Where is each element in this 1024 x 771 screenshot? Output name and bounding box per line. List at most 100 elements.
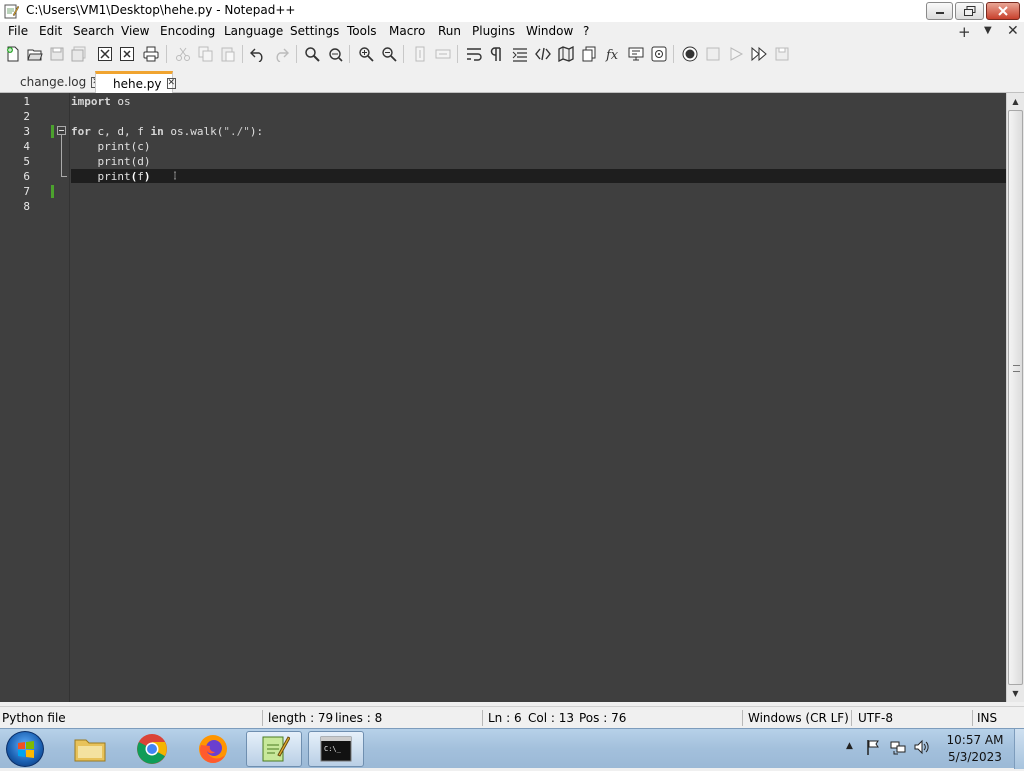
menu-encoding[interactable]: Encoding (160, 24, 215, 38)
function-list-icon[interactable]: fx (604, 45, 622, 63)
redo-icon[interactable] (272, 45, 290, 63)
show-all-chars-icon[interactable] (488, 45, 506, 63)
menu-settings[interactable]: Settings (290, 24, 339, 38)
svg-text:C:\_: C:\_ (324, 745, 342, 753)
title-bar[interactable]: C:\Users\VM1\Desktop\hehe.py - Notepad++ (0, 0, 1024, 22)
folder-workspace-icon[interactable] (627, 45, 645, 63)
tab-change-log[interactable]: change.log ✕ (14, 71, 101, 93)
menu-view[interactable]: View (121, 24, 149, 38)
menu-window[interactable]: Window (526, 24, 573, 38)
xml-tags-icon[interactable] (534, 45, 552, 63)
start-button[interactable] (6, 731, 44, 767)
menu-plugins[interactable]: Plugins (472, 24, 515, 38)
fold-toggle-icon[interactable] (57, 126, 66, 135)
cut-icon[interactable] (174, 45, 192, 63)
taskbar-cmd[interactable]: C:\_ (308, 731, 364, 767)
command-prompt-icon: C:\_ (320, 736, 352, 762)
tab-list-dropdown-icon[interactable]: ▼ (984, 25, 992, 36)
clock-time[interactable]: 10:57 AM (940, 733, 1010, 747)
tab-close-icon[interactable]: ✕ (166, 78, 177, 89)
record-macro-icon[interactable] (681, 45, 699, 63)
scroll-down-icon[interactable]: ▼ (1007, 685, 1024, 702)
menu-tools[interactable]: Tools (347, 24, 377, 38)
change-marker (51, 185, 54, 198)
status-separator (972, 710, 973, 726)
line-number: 8 (23, 200, 30, 213)
status-separator (851, 710, 852, 726)
sync-horizontal-icon[interactable] (434, 45, 452, 63)
status-col: Col : 13 (528, 711, 574, 725)
window-title: C:\Users\VM1\Desktop\hehe.py - Notepad++ (26, 3, 296, 17)
menu-language[interactable]: Language (224, 24, 283, 38)
new-tab-plus-icon[interactable]: + (958, 23, 971, 41)
menu-edit[interactable]: Edit (39, 24, 62, 38)
close-icon[interactable] (96, 45, 114, 63)
monitoring-icon[interactable] (650, 45, 668, 63)
close-document-icon[interactable]: ✕ (1007, 23, 1019, 39)
change-marker (51, 125, 54, 138)
save-all-icon[interactable] (70, 45, 88, 63)
notepadpp-app-icon (4, 4, 19, 19)
network-icon[interactable] (890, 739, 906, 755)
action-center-flag-icon[interactable] (865, 739, 881, 755)
zoom-in-icon[interactable] (357, 45, 375, 63)
restore-button[interactable] (955, 2, 984, 20)
keyword: for (71, 125, 91, 138)
run-macro-multiple-icon[interactable] (750, 45, 768, 63)
replace-icon[interactable] (326, 45, 344, 63)
code-text: print (71, 170, 131, 183)
scroll-up-icon[interactable]: ▲ (1007, 93, 1024, 110)
scrollbar-thumb[interactable] (1008, 110, 1023, 685)
status-separator (482, 710, 483, 726)
undo-icon[interactable] (249, 45, 267, 63)
sync-vertical-icon[interactable] (411, 45, 429, 63)
clock-date[interactable]: 5/3/2023 (940, 750, 1010, 764)
code-text: c, d, f (90, 125, 151, 138)
minimize-button[interactable] (926, 2, 953, 20)
menu-help[interactable]: ? (583, 24, 589, 38)
code-editor[interactable]: 1 2 3 4 5 6 7 8 import os for c, d, f in… (0, 93, 1006, 702)
tab-label: change.log (20, 75, 87, 89)
word-wrap-icon[interactable] (465, 45, 483, 63)
open-file-icon[interactable] (26, 45, 44, 63)
save-macro-icon[interactable] (773, 45, 791, 63)
line-number: 6 (23, 170, 30, 183)
stop-macro-icon[interactable] (704, 45, 722, 63)
paste-icon[interactable] (219, 45, 237, 63)
clone-icon[interactable] (580, 45, 598, 63)
status-file-type: Python file (2, 711, 66, 725)
new-file-icon[interactable] (4, 45, 22, 63)
close-window-button[interactable] (986, 2, 1020, 20)
document-map-icon[interactable] (557, 45, 575, 63)
menu-search[interactable]: Search (73, 24, 114, 38)
indent-guide-icon[interactable] (511, 45, 529, 63)
tab-bar: change.log ✕ hehe.py ✕ (0, 66, 1024, 93)
status-length: length : 79 (268, 711, 334, 725)
taskbar-firefox[interactable] (185, 731, 241, 767)
code-line-5: print(d) (71, 155, 151, 168)
copy-icon[interactable] (197, 45, 215, 63)
save-icon[interactable] (48, 45, 66, 63)
close-all-icon[interactable] (118, 45, 136, 63)
zoom-out-icon[interactable] (380, 45, 398, 63)
menu-file[interactable]: File (8, 24, 28, 38)
code-line-1: import os (71, 95, 131, 108)
show-hidden-icons-icon[interactable]: ▲ (846, 741, 853, 751)
toolbar-separator (349, 45, 350, 63)
menu-run[interactable]: Run (438, 24, 461, 38)
taskbar-notepadpp[interactable] (246, 731, 302, 767)
toolbar-separator (166, 45, 167, 63)
taskbar-explorer[interactable] (62, 731, 118, 767)
tab-hehe-py[interactable]: hehe.py ✕ (95, 71, 177, 93)
taskbar-chrome[interactable] (124, 731, 180, 767)
print-icon[interactable] (142, 45, 160, 63)
play-macro-icon[interactable] (727, 45, 745, 63)
menu-macro[interactable]: Macro (389, 24, 425, 38)
show-desktop-button[interactable] (1014, 729, 1024, 769)
fold-margin[interactable] (46, 93, 70, 702)
folder-icon (74, 739, 106, 762)
volume-icon[interactable] (914, 739, 930, 755)
find-icon[interactable] (303, 45, 321, 63)
status-encoding: UTF-8 (858, 711, 893, 725)
vertical-scrollbar[interactable]: ▲ ▼ (1006, 93, 1024, 702)
